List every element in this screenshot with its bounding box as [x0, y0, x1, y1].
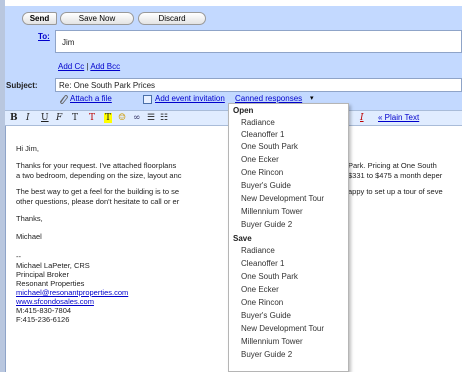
- italic-button[interactable]: I: [26, 113, 30, 123]
- menu-open-item[interactable]: One Ecker: [241, 155, 279, 164]
- paragraph-2-left: a two bedroom, depending on the size, la…: [16, 171, 182, 180]
- add-bcc-link[interactable]: Add Bcc: [90, 62, 120, 71]
- to-label[interactable]: To:: [38, 32, 50, 41]
- menu-open-item[interactable]: Millennium Tower: [241, 207, 303, 216]
- canned-responses-menu: Open Radiance Cleanoffer 1 One South Par…: [228, 103, 349, 372]
- link-icon[interactable]: ∞: [133, 113, 141, 123]
- attach-file-link[interactable]: Attach a file: [70, 94, 112, 103]
- thanks-text: Thanks,: [16, 214, 43, 223]
- bold-button[interactable]: B: [10, 113, 18, 123]
- paragraph-2-right: $331 to $475 a month deper: [348, 171, 443, 180]
- signature-title: Principal Broker: [16, 270, 69, 279]
- paperclip-icon: [60, 95, 68, 104]
- paragraph-4-left: other questions, please don't hesitate t…: [16, 197, 180, 206]
- remove-formatting-button[interactable]: I: [360, 113, 364, 123]
- menu-save-item[interactable]: One Ecker: [241, 285, 279, 294]
- menu-open-item[interactable]: New Development Tour: [241, 194, 324, 203]
- to-value: Jim: [62, 38, 75, 47]
- signature-web-link[interactable]: www.sfcondosales.com: [16, 297, 94, 306]
- menu-save-item[interactable]: Radiance: [241, 246, 275, 255]
- menu-open-item[interactable]: One Rincon: [241, 168, 283, 177]
- subject-label: Subject:: [6, 81, 38, 90]
- menu-save-item[interactable]: Millennium Tower: [241, 337, 303, 346]
- discard-button[interactable]: Discard: [138, 12, 206, 25]
- menu-save-item[interactable]: One South Park: [241, 272, 298, 281]
- subject-value: Re: One South Park Prices: [59, 81, 156, 90]
- screenshot-frame: Send Save Now Discard To: Jim Add Cc | A…: [0, 0, 462, 372]
- menu-header-save: Save: [233, 234, 252, 243]
- paragraph-3-left: The best way to get a feel for the build…: [16, 187, 180, 196]
- signature-dashes: --: [16, 252, 21, 261]
- to-field[interactable]: Jim: [55, 30, 462, 53]
- menu-save-item[interactable]: New Development Tour: [241, 324, 324, 333]
- menu-save-item[interactable]: Buyer Guide 2: [241, 350, 292, 359]
- save-now-button[interactable]: Save Now: [60, 12, 134, 25]
- font-button[interactable]: F: [56, 113, 62, 123]
- plain-text-link[interactable]: « Plain Text: [378, 113, 419, 122]
- menu-save-item[interactable]: Buyer's Guide: [241, 311, 291, 320]
- smiley-icon[interactable]: ☺: [118, 113, 126, 123]
- menu-open-item[interactable]: Buyer's Guide: [241, 181, 291, 190]
- menu-header-open: Open: [233, 106, 254, 115]
- greeting-text: Hi Jim,: [16, 144, 39, 153]
- calendar-icon: [143, 95, 152, 104]
- menu-open-item[interactable]: Radiance: [241, 118, 275, 127]
- menu-save-item[interactable]: Cleanoffer 1: [241, 259, 284, 268]
- signature-fax: F:415-236-6126: [16, 315, 70, 324]
- highlight-button[interactable]: T: [104, 113, 113, 123]
- canned-responses-link[interactable]: Canned responses: [235, 94, 302, 103]
- paragraph-1-right: Park. Pricing at One South: [348, 161, 437, 170]
- bulleted-list-icon[interactable]: ☷: [160, 113, 168, 123]
- signature-company: Resonant Properties: [16, 279, 85, 288]
- paragraph-3-right: appy to set up a tour of seve: [348, 187, 443, 196]
- signature-mobile: M:415-830-7804: [16, 306, 72, 315]
- add-event-invitation-link[interactable]: Add event invitation: [155, 94, 225, 103]
- add-recipient-links: Add Cc | Add Bcc: [58, 62, 120, 71]
- signature-name: Michael LaPeter, CRS: [16, 261, 90, 270]
- paragraph-1-left: Thanks for your request. I've attached f…: [16, 161, 177, 170]
- menu-open-item[interactable]: One South Park: [241, 142, 298, 151]
- menu-save-item[interactable]: One Rincon: [241, 298, 283, 307]
- subject-field[interactable]: Re: One South Park Prices: [55, 78, 462, 92]
- signature-email-link[interactable]: michael@resonantproperties.com: [16, 288, 128, 297]
- menu-open-item[interactable]: Buyer Guide 2: [241, 220, 292, 229]
- numbered-list-icon[interactable]: ☰: [147, 113, 155, 123]
- font-size-button[interactable]: T: [72, 113, 78, 123]
- link-separator: |: [86, 62, 89, 71]
- send-button[interactable]: Send: [22, 12, 57, 25]
- text-color-button[interactable]: T: [89, 113, 95, 123]
- chevron-down-icon[interactable]: ▾: [310, 94, 314, 102]
- add-cc-link[interactable]: Add Cc: [58, 62, 84, 71]
- underline-button[interactable]: U: [41, 113, 49, 123]
- signoff-name: Michael: [16, 232, 42, 241]
- menu-open-item[interactable]: Cleanoffer 1: [241, 130, 284, 139]
